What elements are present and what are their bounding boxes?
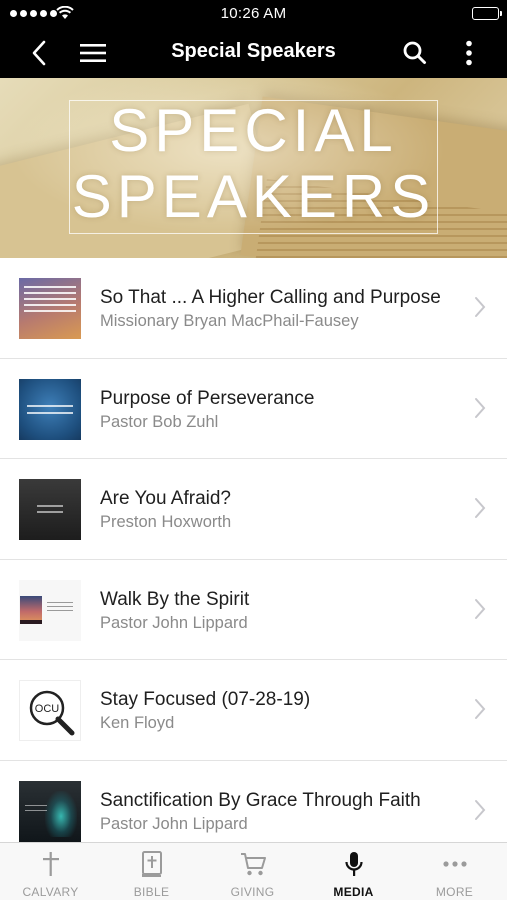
- tab-giving[interactable]: GIVING: [202, 843, 303, 900]
- series-banner: SPECIAL SPEAKERS: [0, 78, 507, 258]
- tab-bar: CALVARY BIBLE GIVING MEDIA MORE: [0, 842, 507, 900]
- sermon-list: So That ... A Higher Calling and Purpose…: [0, 258, 507, 861]
- tab-label: BIBLE: [133, 885, 170, 899]
- tab-media[interactable]: MEDIA: [303, 843, 404, 900]
- tab-calvary[interactable]: CALVARY: [0, 843, 101, 900]
- tab-bible[interactable]: BIBLE: [101, 843, 202, 900]
- battery-icon: [472, 7, 502, 20]
- chevron-right-icon: [475, 297, 486, 317]
- chevron-right-icon: [475, 498, 486, 518]
- microphone-icon: [344, 852, 363, 876]
- svg-text:OCU: OCU: [35, 703, 60, 715]
- sermon-title: Stay Focused (07-28-19): [100, 689, 311, 710]
- tab-label: MEDIA: [333, 885, 374, 899]
- sermon-speaker: Pastor John Lippard: [100, 814, 248, 833]
- vertical-ellipsis-icon: [466, 40, 472, 66]
- search-button[interactable]: [398, 36, 432, 70]
- sermon-list-item[interactable]: So That ... A Higher Calling and Purpose…: [0, 258, 507, 359]
- magnifying-glass-icon: OCU: [29, 690, 75, 736]
- sermon-speaker: Pastor Bob Zuhl: [100, 412, 219, 431]
- banner-title-line1: SPECIAL: [109, 97, 398, 164]
- tab-label: CALVARY: [22, 885, 79, 899]
- sermon-thumbnail: OCU: [19, 680, 81, 741]
- search-icon: [403, 41, 426, 64]
- sermon-list-item[interactable]: OCU Stay Focused (07-28-19) Ken Floyd: [0, 660, 507, 761]
- sermon-thumbnail: [19, 780, 81, 842]
- sermon-title: Sanctification By Grace Through Faith: [100, 789, 421, 811]
- sermon-title: Walk By the Spirit: [100, 588, 250, 610]
- cross-icon: [42, 852, 59, 876]
- sermon-title: Purpose of Perseverance: [100, 387, 315, 409]
- sermon-title: Are You Afraid?: [100, 488, 231, 509]
- sermon-speaker: Missionary Bryan MacPhail-Fausey: [100, 312, 359, 330]
- ellipsis-icon: [442, 861, 467, 867]
- sermon-list-item[interactable]: Are You Afraid? Preston Hoxworth: [0, 459, 507, 560]
- sermon-title: So That ... A Higher Calling and Purpose: [100, 287, 441, 308]
- sermon-thumbnail: [19, 278, 81, 339]
- navigation-bar: Special Speakers: [0, 28, 507, 78]
- sermon-speaker: Ken Floyd: [100, 714, 175, 732]
- sermon-speaker: Pastor John Lippard: [100, 613, 248, 632]
- sermon-speaker: Preston Hoxworth: [100, 513, 232, 531]
- sermon-thumbnail: [19, 479, 81, 540]
- tab-label: MORE: [435, 885, 474, 899]
- status-bar: 10:26 AM: [0, 0, 507, 28]
- tab-more[interactable]: MORE: [404, 843, 505, 900]
- cart-icon: [240, 853, 266, 876]
- banner-title-line2: SPEAKERS: [71, 163, 436, 230]
- chevron-right-icon: [475, 598, 486, 619]
- banner-title: SPECIAL SPEAKERS: [69, 98, 438, 230]
- more-options-button[interactable]: [452, 36, 486, 70]
- chevron-right-icon: [475, 397, 486, 418]
- sermon-thumbnail: [19, 378, 81, 440]
- tab-label: GIVING: [230, 885, 275, 899]
- sermon-thumbnail: [19, 579, 81, 641]
- sermon-list-item[interactable]: Purpose of Perseverance Pastor Bob Zuhl: [0, 358, 507, 459]
- status-time: 10:26 AM: [220, 5, 287, 22]
- bible-icon: [141, 851, 162, 877]
- chevron-right-icon: [475, 799, 486, 820]
- sermon-list-item[interactable]: Walk By the Spirit Pastor John Lippard: [0, 559, 507, 660]
- chevron-right-icon: [475, 699, 486, 719]
